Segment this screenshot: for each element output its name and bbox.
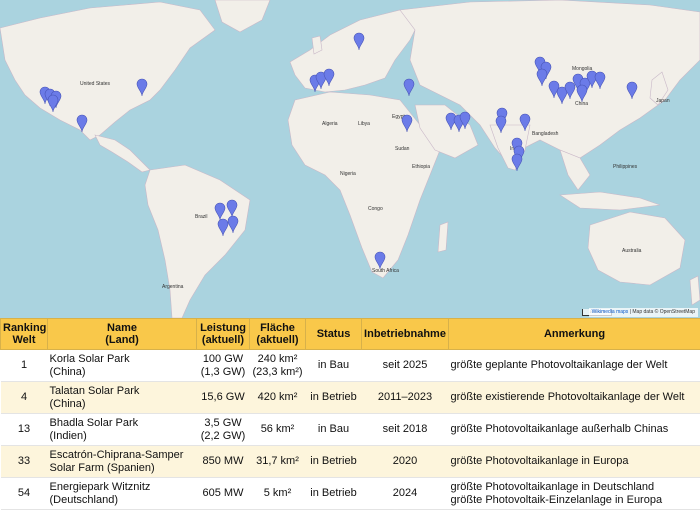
land-greenland xyxy=(215,0,270,32)
cell-note: größte geplante Photovoltaikanlage der W… xyxy=(449,350,700,382)
land-new-zealand xyxy=(690,276,700,305)
table-row: 54Energiepark Witznitz(Deutschland)605 M… xyxy=(1,478,700,510)
cell-name: Bhadla Solar Park(Indien) xyxy=(48,414,197,446)
column-header-note: Anmerkung xyxy=(449,319,700,350)
cell-status: in Betrieb xyxy=(306,382,362,414)
solar-parks-table: RankingWeltName(Land)Leistung(aktuell)Fl… xyxy=(0,318,700,510)
map-label-sudan: Sudan xyxy=(395,146,410,152)
map-label-congo: Congo xyxy=(368,206,383,212)
cell-note: größte Photovoltaikanlage außerhalb Chin… xyxy=(449,414,700,446)
map-marker-pin[interactable] xyxy=(404,79,414,96)
column-header-rank: RankingWelt xyxy=(1,319,48,350)
cell-rank: 54 xyxy=(1,478,48,510)
map-label-philippines: Philippines xyxy=(613,164,638,170)
table-row: 4Talatan Solar Park(China)15,6 GW420 km²… xyxy=(1,382,700,414)
map-canvas: United States Brazil Argentina Egypt Nig… xyxy=(0,0,700,318)
map-label-nigeria: Nigeria xyxy=(340,171,356,177)
cell-status: in Betrieb xyxy=(306,446,362,478)
land-madagascar xyxy=(438,222,448,252)
table-row: 1Korla Solar Park(China)100 GW(1,3 GW)24… xyxy=(1,350,700,382)
cell-note: größte existierende Photovoltaikanlage d… xyxy=(449,382,700,414)
cell-area: 420 km² xyxy=(250,382,306,414)
map-label-china: China xyxy=(575,101,588,107)
map-label-australia: Australia xyxy=(622,248,642,254)
cell-name: Talatan Solar Park(China) xyxy=(48,382,197,414)
cell-start: seit 2025 xyxy=(362,350,449,382)
cell-status: in Bau xyxy=(306,414,362,446)
map-label-bangladesh: Bangladesh xyxy=(532,131,559,137)
map-label-mongolia: Mongolia xyxy=(572,66,593,72)
map-label-us: United States xyxy=(80,81,111,87)
cell-area: 5 km² xyxy=(250,478,306,510)
land-southeast-asia xyxy=(560,150,590,190)
column-header-area: Fläche(aktuell) xyxy=(250,319,306,350)
map-attribution: Wikimedia maps | Map data © OpenStreetMa… xyxy=(589,308,698,317)
cell-rank: 13 xyxy=(1,414,48,446)
cell-rank: 4 xyxy=(1,382,48,414)
map-label-brazil: Brazil xyxy=(195,214,208,220)
cell-rank: 1 xyxy=(1,350,48,382)
cell-status: in Betrieb xyxy=(306,478,362,510)
cell-start: 2011–2023 xyxy=(362,382,449,414)
map-attribution-text: | Map data © OpenStreetMap xyxy=(628,309,695,315)
map-label-algeria: Algeria xyxy=(322,121,338,127)
cell-area: 240 km²(23,3 km²) xyxy=(250,350,306,382)
column-header-name: Name(Land) xyxy=(48,319,197,350)
table-header-row: RankingWeltName(Land)Leistung(aktuell)Fl… xyxy=(1,319,700,350)
land-indonesia xyxy=(560,192,660,210)
cell-power: 3,5 GW(2,2 GW) xyxy=(197,414,250,446)
cell-power: 605 MW xyxy=(197,478,250,510)
table-row: 13Bhadla Solar Park(Indien)3,5 GW(2,2 GW… xyxy=(1,414,700,446)
map-label-argentina: Argentina xyxy=(162,284,184,290)
cell-rank: 33 xyxy=(1,446,48,478)
map-label-south-africa: South Africa xyxy=(372,268,399,274)
land-masses xyxy=(0,0,700,318)
cell-power: 15,6 GW xyxy=(197,382,250,414)
land-europe xyxy=(290,10,420,92)
cell-power: 100 GW(1,3 GW) xyxy=(197,350,250,382)
cell-note: größte Photovoltaikanlage in Europa xyxy=(449,446,700,478)
table-row: 33Escatrón-Chiprana-SamperSolar Farm (Sp… xyxy=(1,446,700,478)
land-africa xyxy=(288,92,440,278)
cell-name: Korla Solar Park(China) xyxy=(48,350,197,382)
cell-status: in Bau xyxy=(306,350,362,382)
cell-power: 850 MW xyxy=(197,446,250,478)
cell-name: Energiepark Witznitz(Deutschland) xyxy=(48,478,197,510)
column-header-status: Status xyxy=(306,319,362,350)
table-body: 1Korla Solar Park(China)100 GW(1,3 GW)24… xyxy=(1,350,700,510)
cell-start: 2024 xyxy=(362,478,449,510)
cell-name: Escatrón-Chiprana-SamperSolar Farm (Span… xyxy=(48,446,197,478)
cell-start: 2020 xyxy=(362,446,449,478)
wikimedia-maps-link[interactable]: Wikimedia maps xyxy=(592,309,629,315)
world-map[interactable]: United States Brazil Argentina Egypt Nig… xyxy=(0,0,700,318)
column-header-power: Leistung(aktuell) xyxy=(197,319,250,350)
cell-area: 56 km² xyxy=(250,414,306,446)
map-label-japan: Japan xyxy=(656,98,670,104)
column-header-start: Inbetriebnahme xyxy=(362,319,449,350)
map-label-libya: Libya xyxy=(358,121,370,127)
map-label-ethiopia: Ethiopia xyxy=(412,164,430,170)
cell-note: größte Photovoltaikanlage in Deutschland… xyxy=(449,478,700,510)
cell-start: seit 2018 xyxy=(362,414,449,446)
land-central-america xyxy=(95,135,150,172)
land-south-america xyxy=(145,165,250,318)
cell-area: 31,7 km² xyxy=(250,446,306,478)
land-north-america xyxy=(0,2,215,140)
